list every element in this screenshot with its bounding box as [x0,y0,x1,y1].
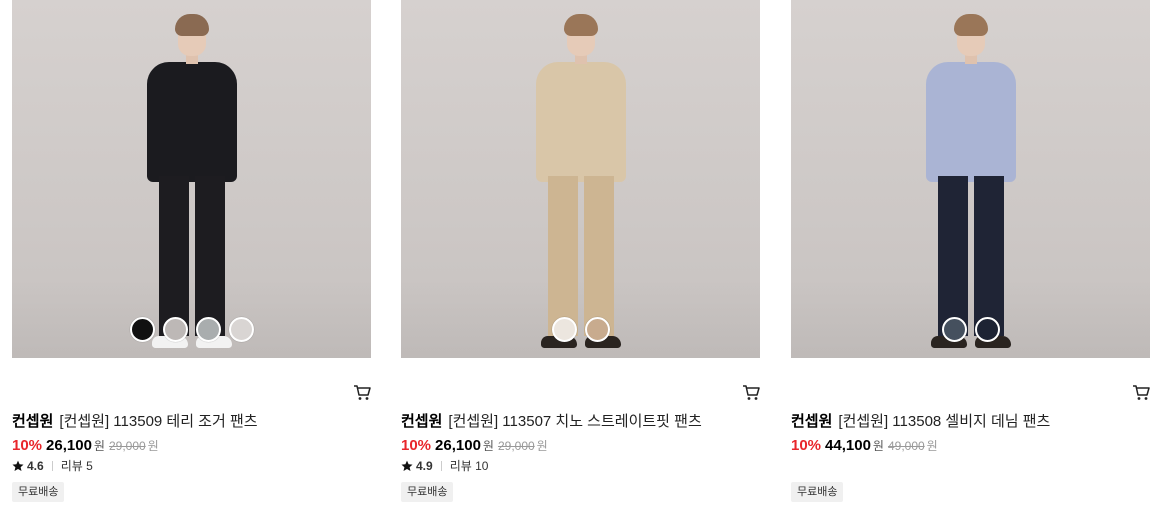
rating-score: 4.9 [416,459,433,473]
color-swatch[interactable] [974,317,1000,342]
product-title[interactable]: 컨셉원 [컨셉원] 113509 테리 조거 팬츠 [12,412,371,432]
price-row: 10% 44,100 원 49,000 원 [791,437,1150,455]
product-title[interactable]: 컨셉원 [컨셉원] 113508 셀비지 데님 팬츠 [791,412,1150,432]
product-name[interactable]: [컨셉원] 113508 셀비지 데님 팬츠 [838,413,1050,430]
currency-unit: 원 [482,439,494,453]
discount-rate: 10% [12,437,43,454]
cart-icon[interactable] [1132,384,1150,402]
brand-name[interactable]: 컨셉원 [12,413,53,430]
color-swatch[interactable] [941,317,967,342]
product-name[interactable]: [컨셉원] 113507 치노 스트레이트핏 팬츠 [448,413,701,430]
price-row: 10% 26,100 원 29,000 원 [12,437,371,455]
product-image[interactable] [791,0,1150,358]
model-figure [911,0,1031,358]
divider [51,461,53,471]
original-currency-unit: 원 [926,439,938,453]
product-name[interactable]: [컨셉원] 113509 테리 조거 팬츠 [59,413,257,430]
product-card[interactable]: 컨셉원 [컨셉원] 113507 치노 스트레이트핏 팬츠 10% 26,100 원 2… [401,0,760,502]
discount-rate: 10% [791,437,822,454]
color-swatch[interactable] [162,317,188,342]
cart-icon[interactable] [742,384,760,402]
original-currency-unit: 원 [147,439,159,453]
product-image[interactable] [401,0,760,358]
product-title[interactable]: 컨셉원 [컨셉원] 113507 치노 스트레이트핏 팬츠 [401,412,760,432]
color-swatch[interactable] [228,317,254,342]
color-swatch[interactable] [551,317,577,342]
original-price: 49,000 [887,439,925,453]
sale-price: 26,100 [435,437,481,454]
star-icon [401,460,413,471]
color-swatch[interactable] [195,317,221,342]
product-card[interactable]: 컨셉원 [컨셉원] 113509 테리 조거 팬츠 10% 26,100 원 29,00… [12,0,371,502]
model-figure [132,0,252,358]
free-shipping-badge: 무료배송 [12,482,65,502]
cart-icon[interactable] [353,384,371,402]
rating-row: 4.9 리뷰 10 [401,458,760,474]
sale-price: 44,100 [825,437,871,454]
price-row: 10% 26,100 원 29,000 원 [401,437,760,455]
review-count[interactable]: 리뷰 10 [450,458,489,474]
free-shipping-badge: 무료배송 [401,482,454,502]
currency-unit: 원 [872,439,884,453]
product-card[interactable]: 컨셉원 [컨셉원] 113508 셀비지 데님 팬츠 10% 44,100 원 49,0… [791,0,1150,502]
color-swatch[interactable] [584,317,610,342]
divider [440,461,442,471]
original-price: 29,000 [108,439,146,453]
brand-name[interactable]: 컨셉원 [401,413,442,430]
sale-price: 26,100 [46,437,92,454]
currency-unit: 원 [93,439,105,453]
rating-score: 4.6 [27,459,44,473]
free-shipping-badge: 무료배송 [791,482,844,502]
product-image[interactable] [12,0,371,358]
original-price: 29,000 [497,439,535,453]
star-icon [12,460,24,471]
brand-name[interactable]: 컨셉원 [791,413,832,430]
model-figure [521,0,641,358]
rating-row: 4.6 리뷰 5 [12,458,371,474]
discount-rate: 10% [401,437,432,454]
review-count[interactable]: 리뷰 5 [61,458,93,474]
original-currency-unit: 원 [536,439,548,453]
color-swatch[interactable] [129,317,155,342]
